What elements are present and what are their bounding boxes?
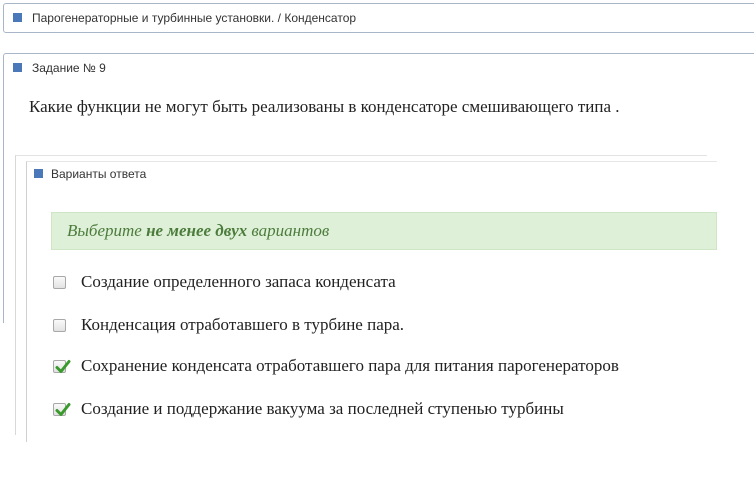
header-square-icon	[13, 63, 22, 72]
answers-panel: Варианты ответа Выберите не менее двух в…	[15, 155, 717, 442]
answer-option-label[interactable]: Создание и поддержание вакуума за послед…	[81, 399, 564, 419]
checkmark-icon	[55, 403, 71, 416]
checkbox[interactable]	[53, 276, 66, 289]
header-square-icon	[34, 169, 43, 178]
breadcrumb-text[interactable]: Парогенераторные и турбинные установки. …	[32, 11, 356, 25]
selection-hint: Выберите не менее двух вариантов	[51, 212, 717, 250]
checkbox-checked[interactable]	[53, 403, 71, 416]
hint-bold: не менее двух	[146, 221, 248, 240]
page: Парогенераторные и турбинные установки. …	[0, 0, 754, 485]
answer-option-label[interactable]: Создание определенного запаса конденсата	[81, 272, 396, 292]
hint-prefix: Выберите	[67, 221, 147, 240]
question-text: Какие функции не могут быть реализованы …	[29, 97, 620, 116]
checkbox-checked[interactable]	[53, 360, 71, 373]
answer-option-label[interactable]: Сохранение конденсата отработавшего пара…	[81, 356, 619, 376]
answers-title: Варианты ответа	[51, 167, 147, 181]
checkmark-icon	[55, 360, 71, 373]
answers-inner: Варианты ответа Выберите не менее двух в…	[26, 161, 717, 442]
hint-suffix: вариантов	[247, 221, 330, 240]
checkbox[interactable]	[53, 319, 66, 332]
header-square-icon	[13, 13, 22, 22]
answer-option-label[interactable]: Конденсация отработавшего в турбине пара…	[81, 315, 404, 335]
breadcrumb: Парогенераторные и турбинные установки. …	[3, 3, 754, 33]
task-title: Задание № 9	[32, 61, 106, 75]
